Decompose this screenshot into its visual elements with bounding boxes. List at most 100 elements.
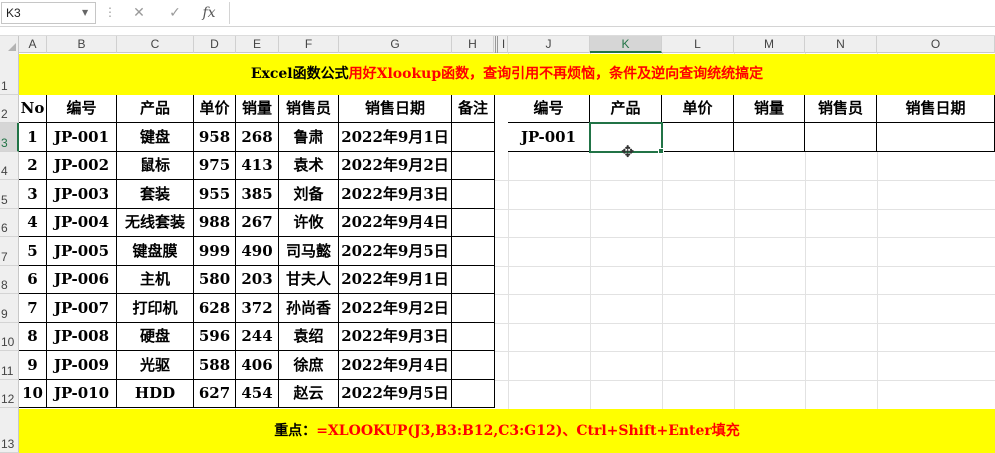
table-cell-date[interactable]: 2022年9月4日 xyxy=(339,209,452,237)
table-cell-date[interactable]: 2022年9月5日 xyxy=(339,237,452,266)
column-header-N[interactable]: N xyxy=(805,36,877,53)
table-cell-no[interactable]: 6 xyxy=(19,266,47,294)
table-cell-qty[interactable]: 267 xyxy=(236,209,279,237)
row-header-3[interactable]: 3 xyxy=(0,123,19,152)
table-cell-price[interactable]: 988 xyxy=(194,209,236,237)
column-header-H[interactable]: H xyxy=(452,36,494,53)
table-cell-date[interactable]: 2022年9月1日 xyxy=(339,266,452,294)
row-header-1[interactable]: 1 xyxy=(0,53,19,95)
table-cell-id[interactable]: JP-007 xyxy=(47,294,117,323)
table-cell-date[interactable]: 2022年9月1日 xyxy=(339,123,452,152)
column-header-C[interactable]: C xyxy=(117,36,194,53)
table-cell-price[interactable]: 580 xyxy=(194,266,236,294)
table-cell-price[interactable]: 588 xyxy=(194,351,236,380)
chevron-down-icon[interactable]: ▼ xyxy=(82,8,88,17)
table-cell-price[interactable]: 958 xyxy=(194,123,236,152)
table-cell-seller[interactable]: 袁绍 xyxy=(279,323,339,351)
column-header-M[interactable]: M xyxy=(734,36,805,53)
table-cell-note[interactable] xyxy=(452,123,495,152)
header-cell-price[interactable]: 单价 xyxy=(194,95,236,123)
table-cell-qty[interactable]: 203 xyxy=(236,266,279,294)
title-banner[interactable]: Excel函数公式用好Xlookup函数，查询引用不再烦恼，条件及逆向查询统统搞… xyxy=(19,54,995,95)
table-cell-qty[interactable]: 413 xyxy=(236,152,279,180)
table-cell-note[interactable] xyxy=(452,152,495,180)
table-cell-date[interactable]: 2022年9月3日 xyxy=(339,323,452,351)
row-header-12[interactable]: 12 xyxy=(0,380,19,408)
table-cell-product[interactable]: 光驱 xyxy=(117,351,194,380)
table-cell-product[interactable]: 套装 xyxy=(117,180,194,209)
column-header-D[interactable]: D xyxy=(194,36,236,53)
row-header-5[interactable]: 5 xyxy=(0,180,19,209)
table-cell-no[interactable]: 7 xyxy=(19,294,47,323)
table-cell-qty[interactable]: 268 xyxy=(236,123,279,152)
table-cell-product[interactable]: 硬盘 xyxy=(117,323,194,351)
table-cell-date[interactable]: 2022年9月2日 xyxy=(339,152,452,180)
table-cell-seller[interactable]: 鲁肃 xyxy=(279,123,339,152)
lookup-header-product[interactable]: 产品 xyxy=(590,95,662,123)
table-cell-price[interactable]: 955 xyxy=(194,180,236,209)
table-cell-seller[interactable]: 司马懿 xyxy=(279,237,339,266)
formula-input[interactable] xyxy=(229,2,993,24)
table-cell-seller[interactable]: 孙尚香 xyxy=(279,294,339,323)
column-header-J[interactable]: J xyxy=(508,36,590,53)
header-cell-note[interactable]: 备注 xyxy=(452,95,495,123)
lookup-cell-price[interactable] xyxy=(662,123,734,152)
header-cell-seller[interactable]: 销售员 xyxy=(279,95,339,123)
table-cell-id[interactable]: JP-005 xyxy=(47,237,117,266)
row-header-10[interactable]: 10 xyxy=(0,323,19,351)
table-cell-date[interactable]: 2022年9月3日 xyxy=(339,180,452,209)
table-cell-qty[interactable]: 406 xyxy=(236,351,279,380)
table-cell-product[interactable]: 键盘 xyxy=(117,123,194,152)
table-cell-id[interactable]: JP-001 xyxy=(47,123,117,152)
table-cell-seller[interactable]: 徐庶 xyxy=(279,351,339,380)
table-cell-qty[interactable]: 490 xyxy=(236,237,279,266)
table-cell-seller[interactable]: 甘夫人 xyxy=(279,266,339,294)
lookup-header-qty[interactable]: 销量 xyxy=(734,95,805,123)
column-header-G[interactable]: G xyxy=(339,36,452,53)
table-cell-no[interactable]: 3 xyxy=(19,180,47,209)
table-cell-no[interactable]: 1 xyxy=(19,123,47,152)
lookup-header-id[interactable]: 编号 xyxy=(508,95,590,123)
table-cell-qty[interactable]: 372 xyxy=(236,294,279,323)
fill-handle[interactable] xyxy=(658,148,664,154)
row-header-11[interactable]: 11 xyxy=(0,351,19,380)
row-header-2[interactable]: 2 xyxy=(0,95,19,123)
table-cell-no[interactable]: 8 xyxy=(19,323,47,351)
table-cell-product[interactable]: 键盘膜 xyxy=(117,237,194,266)
table-cell-date[interactable]: 2022年9月5日 xyxy=(339,380,452,408)
table-cell-no[interactable]: 9 xyxy=(19,351,47,380)
footer-banner[interactable]: 重点：=XLOOKUP(J3,B3:B12,C3:G12)、Ctrl+Shift… xyxy=(19,409,995,453)
lookup-cell-date[interactable] xyxy=(877,123,995,152)
table-cell-note[interactable] xyxy=(452,294,495,323)
table-cell-qty[interactable]: 244 xyxy=(236,323,279,351)
table-cell-qty[interactable]: 385 xyxy=(236,180,279,209)
freeze-split-divider[interactable] xyxy=(495,36,498,53)
table-cell-no[interactable]: 4 xyxy=(19,209,47,237)
header-cell-product[interactable]: 产品 xyxy=(117,95,194,123)
table-cell-product[interactable]: 打印机 xyxy=(117,294,194,323)
table-cell-seller[interactable]: 赵云 xyxy=(279,380,339,408)
table-cell-product[interactable]: 鼠标 xyxy=(117,152,194,180)
table-cell-id[interactable]: JP-009 xyxy=(47,351,117,380)
lookup-header-price[interactable]: 单价 xyxy=(662,95,734,123)
table-cell-note[interactable] xyxy=(452,209,495,237)
table-cell-note[interactable] xyxy=(452,180,495,209)
table-cell-note[interactable] xyxy=(452,237,495,266)
lookup-cell-qty[interactable] xyxy=(734,123,805,152)
table-cell-id[interactable]: JP-006 xyxy=(47,266,117,294)
table-cell-product[interactable]: 无线套装 xyxy=(117,209,194,237)
table-cell-seller[interactable]: 刘备 xyxy=(279,180,339,209)
row-header-4[interactable]: 4 xyxy=(0,152,19,180)
lookup-cell-seller[interactable] xyxy=(805,123,877,152)
table-cell-seller[interactable]: 许攸 xyxy=(279,209,339,237)
header-cell-qty[interactable]: 销量 xyxy=(236,95,279,123)
table-cell-price[interactable]: 999 xyxy=(194,237,236,266)
table-cell-price[interactable]: 627 xyxy=(194,380,236,408)
table-cell-no[interactable]: 2 xyxy=(19,152,47,180)
column-header-F[interactable]: F xyxy=(279,36,339,53)
column-header-B[interactable]: B xyxy=(47,36,117,53)
table-cell-price[interactable]: 975 xyxy=(194,152,236,180)
row-header-7[interactable]: 7 xyxy=(0,237,19,266)
column-header-L[interactable]: L xyxy=(662,36,734,53)
table-cell-product[interactable]: HDD xyxy=(117,380,194,408)
